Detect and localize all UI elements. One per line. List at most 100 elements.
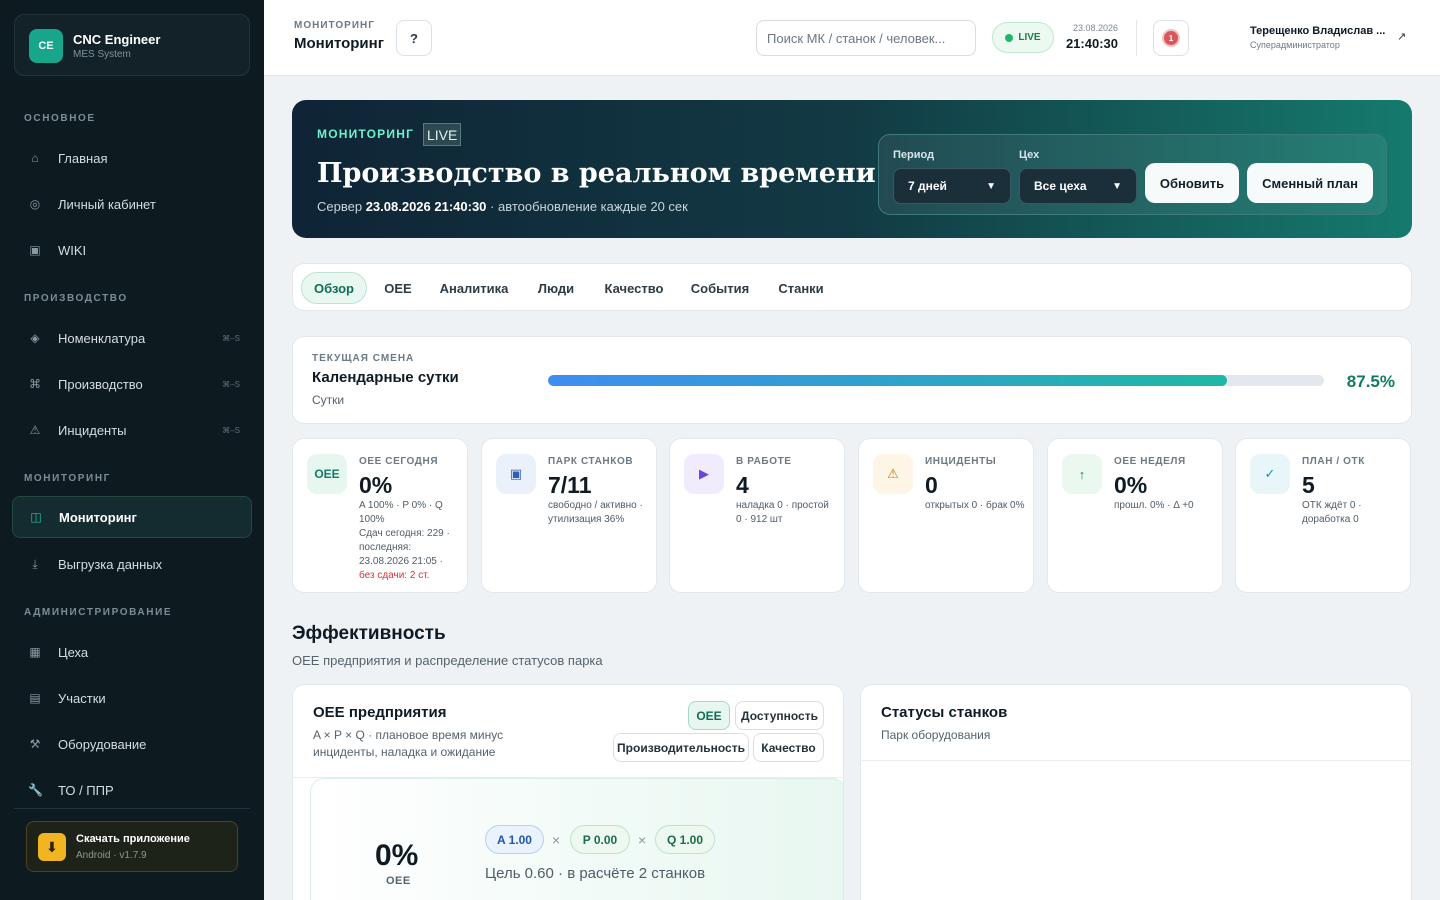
sidebar-item-incidents[interactable]: ⚠ Инциденты ⌘–S [12,409,252,451]
download-app-title: Скачать приложение [76,833,190,845]
sidebar-item-label: Выгрузка данных [58,556,163,572]
kpi-note: свободно / активно · утилизация 36% [548,500,643,525]
pill-performance[interactable]: Производительность [613,733,749,762]
oee-badge-icon: OEE [307,454,347,494]
sidebar-item-label: Цеха [58,644,89,660]
sidebar-item-maintenance[interactable]: 🔧 ТО / ППР [12,769,252,811]
sidebar-item-label: Главная [58,150,108,166]
sidebar-item-profile[interactable]: ◎ Личный кабинет [12,183,252,225]
sidebar-item-shops[interactable]: ▦ Цеха [12,631,252,673]
sidebar-item-equipment[interactable]: ⚒ Оборудование [12,723,252,765]
refresh-button[interactable]: Обновить [1145,163,1239,203]
period-value: 7 дней [908,179,947,193]
kpi-value: 7/11 [548,472,592,498]
warning-icon: ⚠ [29,423,41,437]
hero-kicker: МОНИТОРИНГ [317,127,415,141]
shift-progress-label: 87.5% [1346,372,1395,391]
kpi-incidents[interactable]: ⚠ ИНЦИДЕНТЫ 0 открытых 0 · брак 0% [858,438,1034,593]
diamond-icon: ◈ [30,331,40,345]
check-icon: ✓ [1250,454,1290,494]
top-date: 23.08.2026 [1072,23,1118,33]
tab-events[interactable]: События [686,272,754,304]
hero-banner: МОНИТОРИНГ LIVE Производство в реальном … [292,100,1412,238]
tools-icon: ⚒ [29,737,41,751]
kpi-note: A 100% · P 0% · Q 100% Сдач сегодня: 229… [359,499,459,583]
period-label: Период [893,149,935,161]
pill-quality[interactable]: Качество [753,733,824,762]
tab-machines[interactable]: Станки [771,272,831,304]
hero-title: Производство в реальном времени [317,158,876,189]
enterprise-oee-card: OEE предприятия A × P × Q · плановое вре… [292,684,844,900]
kpi-oee-week[interactable]: ↑ OEE НЕДЕЛЯ 0% прошл. 0% · Δ +0 [1047,438,1223,593]
sidebar-item-label: Мониторинг [59,509,137,525]
shop-label: Цех [1019,149,1040,161]
period-select[interactable]: 7 дней ▼ [893,168,1011,204]
tab-oee[interactable]: OEE [378,272,418,304]
pill-availability[interactable]: Доступность [735,701,824,730]
brand-logo: CE [29,29,63,63]
tab-quality[interactable]: Качество [599,272,669,304]
kpi-machine-park[interactable]: ▣ ПАРК СТАНКОВ 7/11 свободно / активно ·… [481,438,657,593]
live-badge: LIVE [992,22,1054,53]
search-input[interactable] [756,20,976,56]
kpi-in-work[interactable]: ▶ В РАБОТЕ 4 наладка 0 · простой 0 · 912… [669,438,845,593]
live-label: LIVE [1018,32,1041,43]
sidebar-item-label: ТО / ППР [58,782,114,798]
sidebar-item-monitoring[interactable]: ◫ Мониторинг [12,496,252,538]
sidebar-divider [14,808,250,809]
sidebar-item-areas[interactable]: ▤ Участки [12,677,252,719]
sidebar-item-production[interactable]: ⌘ Производство ⌘–S [12,363,252,405]
download-app-button[interactable]: ⬇ Скачать приложение Android · v1.7.9 [26,821,238,872]
kpi-label: В РАБОТЕ [736,456,792,467]
brand-card[interactable]: CE CNC Engineer MES System [14,14,250,76]
sidebar-item-label: Оборудование [58,736,147,752]
page-title: Мониторинг [294,35,384,52]
pill-oee[interactable]: OEE [688,701,730,730]
arrow-up-icon: ↑ [1062,454,1102,494]
external-link-icon[interactable]: ↗ [1397,30,1406,43]
nav-section-admin: АДМИНИСТРИРОВАНИЕ [24,607,173,618]
sidebar: CE CNC Engineer MES System ОСНОВНОЕ ⌂ Гл… [0,0,264,900]
nav-section-production: ПРОИЗВОДСТВО [24,293,128,304]
help-button[interactable]: ? [396,20,432,56]
tab-people[interactable]: Люди [531,272,581,304]
notifications-button[interactable]: 1 [1153,20,1189,56]
oee-card-description: A × P × Q · плановое время минус инциден… [313,728,504,759]
user-name[interactable]: Терещенко Владислав ... [1250,25,1390,37]
tab-overview[interactable]: Обзор [301,272,367,304]
notification-count-badge: 1 [1162,29,1180,47]
tab-analytics[interactable]: Аналитика [434,272,514,304]
sidebar-item-home[interactable]: ⌂ Главная [12,137,252,179]
wrench-icon: 🔧 [28,783,43,797]
brand-subtitle: MES System [73,49,131,60]
shift-subtitle: Сутки [312,393,345,407]
shortcut-hint: ⌘–S [222,333,240,343]
kpi-plan-qc[interactable]: ✓ ПЛАН / ОТК 5 ОТК ждёт 0 · доработка 0 [1235,438,1411,593]
server-prefix: Сервер [317,199,363,214]
kpi-value: 0% [1114,472,1148,498]
command-icon: ⌘ [29,377,41,391]
columns-icon: ◫ [30,510,42,524]
sidebar-item-export[interactable]: ⤓ Выгрузка данных [12,543,252,585]
sidebar-item-nomenclature[interactable]: ◈ Номенклатура ⌘–S [12,317,252,359]
section-title: Эффективность [292,623,446,644]
status-card-subtitle: Парк оборудования [881,728,991,742]
shift-progress-bar [548,375,1324,386]
sidebar-item-label: Инциденты [58,422,127,438]
shortcut-hint: ⌘–S [222,425,240,435]
sidebar-item-wiki[interactable]: ▣ WIKI [12,229,252,271]
shift-plan-button[interactable]: Сменный план [1247,163,1373,203]
kpi-label: OEE НЕДЕЛЯ [1114,456,1186,467]
kpi-note-line: A 100% · P 0% · Q 100% [359,500,443,525]
shop-select[interactable]: Все цеха ▼ [1019,168,1137,204]
kpi-note: наладка 0 · простой 0 · 912 шт [736,500,829,525]
kpi-label: ПАРК СТАНКОВ [548,456,634,467]
quality-chip: Q 1.00 [655,825,715,854]
kpi-oee-today[interactable]: OEE OEE СЕГОДНЯ 0% A 100% · P 0% · Q 100… [292,438,468,593]
shift-kicker: ТЕКУЩАЯ СМЕНА [312,353,415,364]
kpi-label: ИНЦИДЕНТЫ [925,456,997,467]
download-app-version: Android · v1.7.9 [76,850,147,861]
kpi-value: 4 [736,472,749,498]
hero-filter-panel: Период 7 дней ▼ Цех Все цеха ▼ Обновить … [878,134,1387,215]
topbar-separator [1136,20,1137,56]
